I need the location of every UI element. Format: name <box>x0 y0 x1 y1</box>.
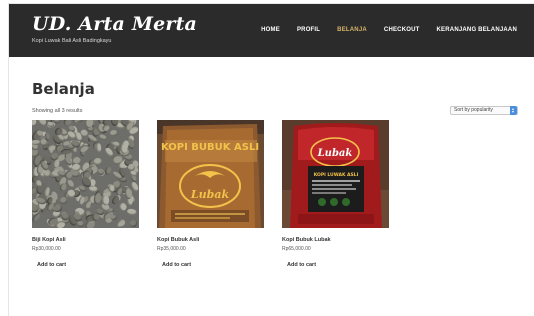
coffee-bean <box>95 143 102 153</box>
add-to-cart-button[interactable]: Add to cart <box>162 262 264 268</box>
product-price: Rp65,000.00 <box>282 246 311 252</box>
sort-select[interactable]: Sort by popularity <box>450 106 518 115</box>
page-title: Belanja <box>32 80 95 98</box>
nav-keranjang-belanjaan[interactable]: KERANJANG BELANJAAN <box>437 27 517 33</box>
coffee-bean <box>124 187 133 199</box>
coffee-bean <box>104 166 113 176</box>
coffee-bean <box>92 192 103 205</box>
coffee-bean <box>32 120 39 128</box>
product-card: KOPI BUBUK ASLI Lubak Kopi Bubuk Asli Rp… <box>157 120 264 268</box>
product-name[interactable]: Kopi Bubuk Asli <box>157 237 264 243</box>
coffee-bean <box>101 123 111 133</box>
product-image-coffee-beans[interactable] <box>32 120 139 228</box>
coffee-bean <box>129 219 138 228</box>
result-count: Showing all 3 results <box>32 108 83 114</box>
product-image-kopi-bubuk-asli[interactable]: KOPI BUBUK ASLI Lubak <box>157 120 264 228</box>
package-brand-text: Lubak <box>317 148 353 159</box>
coffee-bean <box>102 195 110 206</box>
product-image-kopi-bubuk-lubak[interactable]: Lubak KOPI LUWAK ASLI <box>282 120 389 228</box>
nav-home[interactable]: HOME <box>261 27 280 33</box>
product-price: Rp35,000.00 <box>157 246 186 252</box>
coffee-bean <box>110 130 119 137</box>
sort-select-value: Sort by popularity <box>454 107 493 113</box>
site-title[interactable]: UD. Arta Merta <box>32 12 197 36</box>
nav-profil[interactable]: PROFIL <box>297 27 320 33</box>
nav-checkout[interactable]: CHECKOUT <box>384 27 420 33</box>
product-card: Lubak KOPI LUWAK ASLI Kopi Bubuk Lubak R… <box>282 120 389 268</box>
browser-viewport: UD. Arta Merta Kopi Luwak Bali Asli Badi… <box>8 3 534 316</box>
kopi-bubuk-package-picture: KOPI BUBUK ASLI Lubak <box>157 120 264 228</box>
package-label-text: KOPI BUBUK ASLI <box>161 142 259 153</box>
select-arrows-icon[interactable] <box>510 106 517 115</box>
coffee-bean <box>98 133 109 142</box>
coffee-bean <box>71 163 81 172</box>
nav-belanja[interactable]: BELANJA <box>337 27 367 33</box>
product-name[interactable]: Biji Kopi Asli <box>32 237 139 243</box>
coffee-bean <box>119 143 128 154</box>
package-label-text: KOPI LUWAK ASLI <box>314 172 359 178</box>
coffee-bean <box>111 154 123 163</box>
site-branding[interactable]: UD. Arta Merta Kopi Luwak Bali Asli Badi… <box>32 12 197 44</box>
main-nav: HOME PROFIL BELANJA CHECKOUT KERANJANG B… <box>244 27 517 33</box>
kopi-lubak-package-picture: Lubak KOPI LUWAK ASLI <box>282 120 389 228</box>
add-to-cart-button[interactable]: Add to cart <box>287 262 389 268</box>
coffee-bean <box>109 214 118 221</box>
add-to-cart-button[interactable]: Add to cart <box>37 262 139 268</box>
product-card: Biji Kopi Asli Rp30,000.00 Add to cart <box>32 120 139 268</box>
site-tagline: Kopi Luwak Bali Asli Badingkayu <box>32 38 112 44</box>
site-header: UD. Arta Merta Kopi Luwak Bali Asli Badi… <box>9 4 534 57</box>
package-brand-text: Lubak <box>190 188 230 201</box>
product-price: Rp30,000.00 <box>32 246 61 252</box>
coffee-bean <box>126 208 138 217</box>
product-name[interactable]: Kopi Bubuk Lubak <box>282 237 389 243</box>
